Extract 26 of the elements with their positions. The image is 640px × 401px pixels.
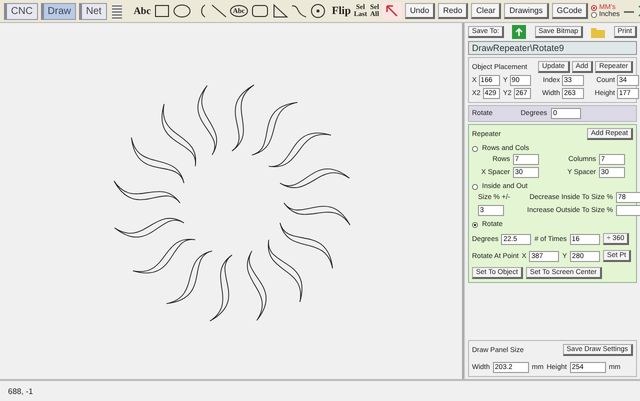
rounded-rectangle-icon[interactable] <box>250 3 269 19</box>
triangle-icon[interactable] <box>272 3 288 19</box>
file-path-field[interactable]: DrawRepeater\Rotate9 <box>468 41 637 55</box>
text-tool[interactable]: Abc <box>134 6 151 16</box>
mode-radio[interactable] <box>472 184 478 190</box>
mode-tab[interactable]: Net <box>79 2 107 20</box>
ellipse-icon[interactable] <box>172 3 191 19</box>
cursor-coordinates: 688, -1 <box>8 386 33 396</box>
increase-field[interactable] <box>616 205 640 216</box>
unit-radio[interactable] <box>591 4 598 10</box>
rectangle-icon[interactable] <box>154 3 170 19</box>
toolbar-button[interactable]: Drawings <box>504 3 549 19</box>
mode-radio[interactable] <box>472 222 478 228</box>
mode-tab[interactable]: CNC <box>4 2 38 20</box>
flip-tool[interactable]: Flip <box>332 5 351 17</box>
toolbar-button[interactable]: GCode <box>552 3 588 19</box>
toolbar-button[interactable]: Redo <box>438 3 468 19</box>
line-icon[interactable] <box>210 3 227 19</box>
target-icon[interactable] <box>310 3 326 19</box>
list-icon[interactable] <box>110 3 124 19</box>
toolbar-button[interactable]: Clear <box>471 3 502 19</box>
curve-icon[interactable] <box>290 3 307 19</box>
mode-radio[interactable] <box>472 146 478 152</box>
mode-tab[interactable]: Draw <box>40 2 76 20</box>
toolbar-button[interactable]: Undo <box>405 3 436 19</box>
unit-radio[interactable] <box>591 12 598 18</box>
